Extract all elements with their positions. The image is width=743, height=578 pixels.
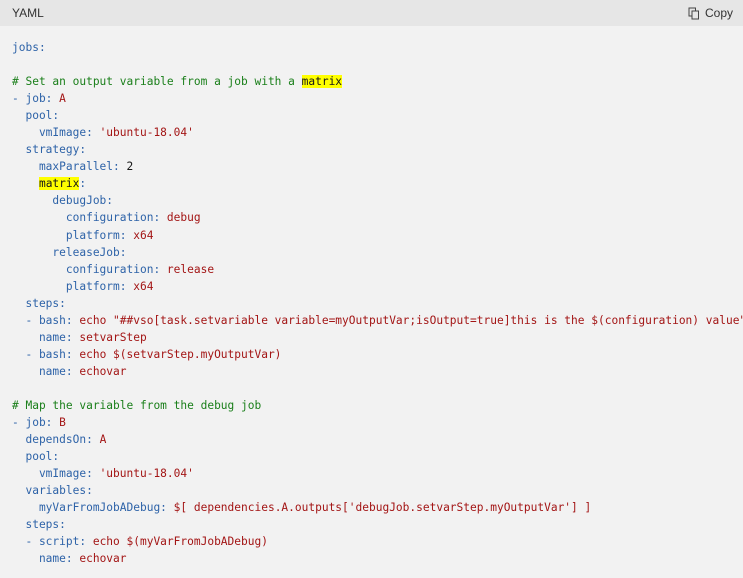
- yaml-key: - job:: [12, 92, 60, 106]
- yaml-key: - bash:: [12, 347, 80, 361]
- yaml-key: [12, 177, 39, 190]
- code-line: platform: x64: [12, 278, 731, 295]
- yaml-value: setvarStep: [79, 330, 147, 344]
- yaml-value: x64: [133, 279, 154, 293]
- yaml-code-block[interactable]: jobs: # Set an output variable from a jo…: [0, 26, 743, 567]
- code-line: - job: B: [12, 414, 731, 431]
- copy-button[interactable]: Copy: [688, 6, 733, 20]
- code-line: - job: A: [12, 90, 731, 107]
- yaml-key: configuration:: [12, 262, 167, 276]
- yaml-key: pool:: [12, 450, 60, 464]
- yaml-key: steps:: [12, 518, 66, 532]
- yaml-key: debugJob:: [12, 194, 114, 208]
- yaml-key: vmImage:: [12, 126, 100, 140]
- code-line: platform: x64: [12, 227, 731, 244]
- code-line: strategy:: [12, 141, 731, 158]
- yaml-key: platform:: [12, 228, 134, 242]
- yaml-value: A: [99, 433, 107, 447]
- yaml-key: myVarFromJobADebug:: [12, 501, 174, 515]
- code-line: vmImage: 'ubuntu-18.04': [12, 124, 731, 141]
- code-line: pool:: [12, 448, 731, 465]
- yaml-value: echovar: [79, 552, 127, 566]
- copy-icon: [688, 7, 699, 19]
- code-line: # Map the variable from the debug job: [12, 397, 731, 414]
- search-highlight: matrix: [301, 75, 343, 89]
- yaml-key: variables:: [12, 484, 93, 498]
- code-line: configuration: debug: [12, 209, 731, 226]
- code-line: - bash: echo $(setvarStep.myOutputVar): [12, 346, 731, 363]
- yaml-value: release: [166, 262, 215, 276]
- yaml-value: echo "##vso[task.setvariable variable=my…: [79, 313, 743, 327]
- code-line: name: echovar: [12, 550, 731, 567]
- code-block-header: YAML Copy: [0, 0, 743, 26]
- yaml-key: maxParallel:: [12, 160, 127, 174]
- yaml-key: name:: [12, 552, 80, 566]
- code-line: configuration: release: [12, 261, 731, 278]
- yaml-number: 2: [126, 160, 134, 174]
- language-label: YAML: [12, 6, 44, 20]
- search-highlight: matrix: [38, 177, 80, 191]
- copy-label: Copy: [704, 6, 733, 20]
- yaml-key: name:: [12, 330, 80, 344]
- yaml-value: $[ dependencies.A.outputs['debugJob.setv…: [173, 501, 592, 515]
- yaml-key: name:: [12, 364, 80, 378]
- yaml-key: - bash:: [12, 313, 80, 327]
- yaml-value: 'ubuntu-18.04': [99, 467, 194, 481]
- code-line: variables:: [12, 482, 731, 499]
- yaml-value: echovar: [79, 364, 127, 378]
- code-line: - bash: echo "##vso[task.setvariable var…: [12, 312, 743, 329]
- yaml-key: dependsOn:: [12, 433, 100, 447]
- code-line: pool:: [12, 107, 731, 124]
- code-line: name: echovar: [12, 363, 731, 380]
- code-line: # Set an output variable from a job with…: [12, 73, 731, 90]
- yaml-key: releaseJob:: [12, 245, 127, 259]
- code-line: debugJob:: [12, 192, 731, 209]
- yaml-key: pool:: [12, 109, 60, 123]
- yaml-comment: # Map the variable from the debug job: [12, 398, 262, 412]
- yaml-value: debug: [166, 211, 201, 225]
- yaml-key: - script:: [12, 535, 93, 549]
- yaml-value: echo $(myVarFromJobADebug): [92, 535, 268, 549]
- code-line: releaseJob:: [12, 244, 731, 261]
- code-line: myVarFromJobADebug: $[ dependencies.A.ou…: [12, 499, 731, 516]
- yaml-value: B: [59, 416, 66, 430]
- yaml-key: platform:: [12, 279, 134, 293]
- yaml-key: - job:: [12, 416, 60, 430]
- yaml-key: vmImage:: [12, 467, 100, 481]
- yaml-value: x64: [133, 228, 154, 242]
- code-line: steps:: [12, 516, 731, 533]
- yaml-comment: # Set an output variable from a job with…: [12, 75, 302, 89]
- yaml-key: steps:: [12, 296, 66, 310]
- code-line: maxParallel: 2: [12, 158, 731, 175]
- code-line: jobs:: [12, 39, 731, 56]
- yaml-key: :: [79, 177, 87, 191]
- yaml-value: 'ubuntu-18.04': [99, 126, 194, 140]
- code-line: steps:: [12, 295, 731, 312]
- code-line: vmImage: 'ubuntu-18.04': [12, 465, 731, 482]
- code-line: name: setvarStep: [12, 329, 731, 346]
- yaml-value: A: [59, 92, 66, 106]
- code-line: matrix:: [12, 175, 731, 192]
- yaml-key: jobs:: [12, 41, 46, 54]
- yaml-key: strategy:: [12, 143, 87, 157]
- code-line: - script: echo $(myVarFromJobADebug): [12, 533, 731, 550]
- code-line: dependsOn: A: [12, 431, 731, 448]
- yaml-value: echo $(setvarStep.myOutputVar): [79, 347, 282, 361]
- yaml-key: configuration:: [12, 211, 167, 225]
